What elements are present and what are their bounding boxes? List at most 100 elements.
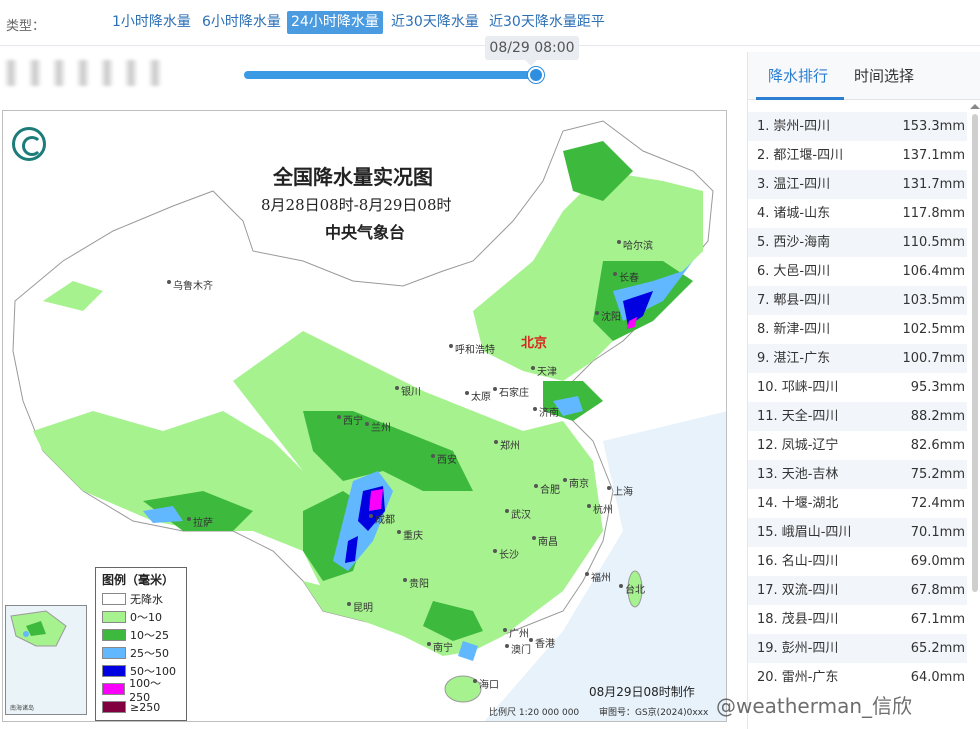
station-name: 新津-四川: [773, 322, 831, 337]
legend-swatch: [102, 593, 126, 605]
ranking-row[interactable]: 14. 十堰-湖北 72.4mm: [748, 489, 967, 518]
ranking-row[interactable]: 1. 崇州-四川 153.3mm: [748, 112, 967, 141]
legend-row: 100～250: [102, 677, 180, 704]
rank-number: 15.: [757, 525, 778, 540]
city-label: 长沙: [493, 546, 519, 561]
legend-swatch: [102, 665, 126, 677]
rank-number: 14.: [757, 496, 778, 511]
city-label: 长春: [613, 269, 639, 284]
precip-value: 137.1mm: [902, 148, 965, 163]
city-label: 西宁: [337, 412, 363, 427]
station-name: 温江-四川: [773, 177, 831, 192]
ranking-row[interactable]: 6. 大邑-四川 106.4mm: [748, 257, 967, 286]
legend-row: 10～25: [102, 626, 180, 644]
station-name: 诸城-山东: [773, 206, 831, 221]
city-label: 广州: [503, 625, 529, 640]
ranking-row[interactable]: 13. 天池-吉林 75.2mm: [748, 460, 967, 489]
rank-number: 11.: [757, 409, 778, 424]
map-date-range: 8月28日08时-8月29日08时: [261, 196, 452, 214]
legend-label: 100～250: [129, 676, 162, 704]
city-label: 南宁: [427, 639, 453, 654]
cma-logo: [12, 127, 46, 161]
ranking-row[interactable]: 12. 凤城-辽宁 82.6mm: [748, 431, 967, 460]
legend-swatch: [102, 629, 126, 641]
ranking-row[interactable]: 19. 彭州-四川 65.2mm: [748, 634, 967, 663]
precip-value: 67.1mm: [910, 612, 965, 627]
rank-number: 19.: [757, 641, 778, 656]
precip-value: 67.8mm: [910, 583, 965, 598]
rank-number: 2.: [757, 148, 770, 163]
city-label: 银川: [395, 383, 421, 398]
station-name: 雷州-广东: [781, 670, 839, 685]
ranking-row[interactable]: 2. 都江堰-四川 137.1mm: [748, 141, 967, 170]
station-name: 凤城-辽宁: [781, 438, 839, 453]
station-name: 天池-吉林: [781, 467, 839, 482]
map-legend: 图例（毫米） 无降水 0～10 10～25 25～50 50～100 100～250 ≥25…: [95, 567, 187, 721]
tab-30d-anomaly[interactable]: 近30天降水量距平: [485, 11, 609, 34]
precip-value: 82.6mm: [910, 438, 965, 453]
ranking-row[interactable]: 7. 郫县-四川 103.5mm: [748, 286, 967, 315]
city-label: 乌鲁木齐: [167, 277, 213, 292]
map-title: 全国降水量实况图: [273, 165, 433, 189]
precip-value: 131.7mm: [902, 177, 965, 192]
time-slider[interactable]: [244, 67, 544, 83]
legend-title: 图例（毫米）: [102, 573, 175, 587]
precip-value: 103.5mm: [902, 293, 965, 308]
precip-value: 100.7mm: [902, 351, 965, 366]
map-organization: 中央气象台: [325, 223, 406, 242]
ranking-list: 1. 崇州-四川 153.3mm 2. 都江堰-四川 137.1mm 3. 温江-四川 131.…: [748, 112, 967, 692]
ranking-tabs: 降水排行 时间选择: [748, 52, 980, 100]
ranking-row[interactable]: 17. 双流-四川 67.8mm: [748, 576, 967, 605]
ranking-row[interactable]: 11. 天全-四川 88.2mm: [748, 402, 967, 431]
ranking-row[interactable]: 16. 名山-四川 69.0mm: [748, 547, 967, 576]
station-name: 都江堰-四川: [773, 148, 844, 163]
time-slider-fill: [244, 71, 536, 79]
scroll-up-arrow-icon[interactable]: [970, 104, 980, 109]
station-name: 茂县-四川: [781, 612, 839, 627]
city-label: 太原: [465, 388, 491, 403]
ranking-row[interactable]: 5. 西沙-海南 110.5mm: [748, 228, 967, 257]
tab-precip-ranking[interactable]: 降水排行: [768, 65, 828, 86]
type-label: 类型：: [6, 19, 46, 34]
precip-value: 117.8mm: [902, 206, 965, 221]
ranking-row[interactable]: 18. 茂县-四川 67.1mm: [748, 605, 967, 634]
city-label: 呼和浩特: [449, 341, 495, 356]
tab-time-select[interactable]: 时间选择: [854, 65, 914, 86]
ranking-row[interactable]: 4. 诸城-山东 117.8mm: [748, 199, 967, 228]
ranking-row[interactable]: 9. 湛江-广东 100.7mm: [748, 344, 967, 373]
tab-1h-precip[interactable]: 1小时降水量: [108, 11, 195, 34]
station-name: 邛崃-四川: [781, 380, 839, 395]
ranking-row[interactable]: 3. 温江-四川 131.7mm: [748, 170, 967, 199]
ranking-row[interactable]: 20. 雷州-广东 64.0mm: [748, 663, 967, 692]
ranking-scrollbar[interactable]: [972, 114, 978, 592]
city-label: 郑州: [494, 437, 520, 452]
legend-row: 0～10: [102, 608, 180, 626]
city-label: 济南: [533, 404, 559, 419]
ranking-row[interactable]: 15. 峨眉山-四川 70.1mm: [748, 518, 967, 547]
rank-number: 16.: [757, 554, 778, 569]
station-name: 崇州-四川: [773, 119, 831, 134]
city-label: 天津: [531, 363, 557, 378]
time-slider-handle[interactable]: [528, 67, 544, 83]
rank-number: 3.: [757, 177, 770, 192]
station-name: 大邑-四川: [773, 264, 831, 279]
station-name: 名山-四川: [781, 554, 839, 569]
city-label: 兰州: [365, 419, 391, 434]
rank-number: 9.: [757, 351, 770, 366]
station-name: 郫县-四川: [773, 293, 831, 308]
precip-value: 88.2mm: [910, 409, 965, 424]
precip-value: 75.2mm: [910, 467, 965, 482]
weibo-watermark: @weatherman_信欣: [716, 694, 913, 718]
rank-number: 20.: [757, 670, 778, 685]
ranking-row[interactable]: 10. 邛崃-四川 95.3mm: [748, 373, 967, 402]
legend-swatch: [102, 647, 126, 659]
precip-value: 65.2mm: [910, 641, 965, 656]
ranking-row[interactable]: 8. 新津-四川 102.5mm: [748, 315, 967, 344]
legend-label: ≥250: [130, 700, 161, 714]
tab-24h-precip[interactable]: 24小时降水量: [287, 11, 383, 34]
precipitation-map: 全国降水量实况图 8月28日08时-8月29日08时 中央气象台 北京 乌鲁木齐…: [2, 110, 727, 722]
tab-30d-precip[interactable]: 近30天降水量: [387, 11, 483, 34]
precip-value: 70.1mm: [910, 525, 965, 540]
city-label: 重庆: [397, 527, 423, 542]
tab-6h-precip[interactable]: 6小时降水量: [198, 11, 285, 34]
